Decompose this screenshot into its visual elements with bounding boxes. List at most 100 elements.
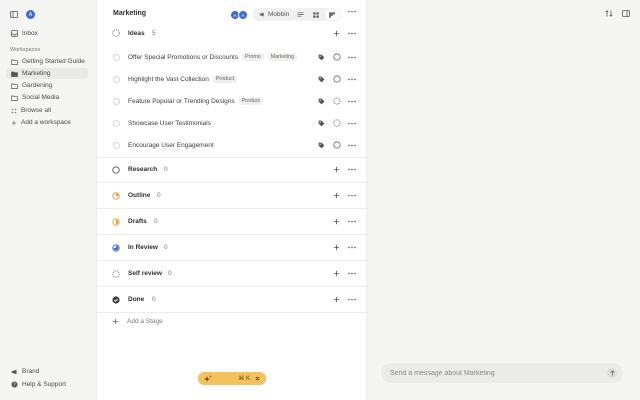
folder-icon: [11, 95, 18, 101]
progress-circle-icon[interactable]: [333, 75, 341, 83]
task-row[interactable]: Highlight the Vast Collection Product: [97, 68, 368, 90]
more-options-icon[interactable]: [348, 100, 356, 103]
stage-count: 0: [164, 166, 168, 173]
task-title-wrap: Encourage User Engagement: [128, 142, 214, 149]
stage-research: Research 0: [97, 157, 368, 183]
sidebar-item-brand[interactable]: Brand: [6, 366, 88, 377]
sidebar-item-label: Social Media: [22, 94, 60, 101]
task-checkbox[interactable]: [113, 97, 120, 105]
sidebar-item-label: Browse all: [21, 107, 51, 114]
chat-composer: [381, 363, 623, 383]
task-row[interactable]: Offer Special Promotions or Discounts Pr…: [97, 46, 368, 68]
task-title: Encourage User Engagement: [128, 141, 214, 149]
stage-ideas: Ideas 5: [97, 20, 368, 46]
add-stage-button[interactable]: Add a Stage: [112, 318, 163, 325]
sparkle-icon: [204, 375, 212, 383]
tag-icon[interactable]: [318, 120, 325, 127]
member-avatars[interactable]: A A: [230, 10, 248, 20]
progress-dashed-icon[interactable]: [333, 97, 341, 105]
sidebar-item-label: Brand: [22, 368, 40, 375]
sidebar-item-gardening[interactable]: Gardening: [6, 80, 88, 91]
command-bar[interactable]: ⌘ K: [198, 372, 266, 385]
more-options-icon[interactable]: [348, 194, 356, 197]
stage-count: 0: [152, 296, 156, 303]
stage-count: 0: [168, 270, 172, 277]
megaphone-icon: [259, 12, 265, 17]
stage-count: 0: [154, 218, 158, 225]
add-task-icon[interactable]: [333, 296, 340, 303]
sidebar-item-label: Marketing: [22, 70, 51, 77]
board-view-button[interactable]: [325, 9, 339, 20]
stage-name: Self review: [128, 270, 162, 277]
sidebar-item-browse-all[interactable]: Browse all: [6, 105, 88, 116]
more-options-icon[interactable]: [348, 122, 356, 125]
more-options-icon[interactable]: [348, 298, 356, 301]
stage-quarter-circle-icon: [112, 191, 120, 200]
task-tag[interactable]: Promo: [242, 53, 264, 61]
stage-half-circle-icon: [112, 217, 120, 226]
stage-dashed-circle-icon: [112, 269, 120, 278]
task-tag[interactable]: Marketing: [267, 53, 297, 61]
progress-dashed-icon[interactable]: [333, 119, 341, 127]
task-checkbox[interactable]: [113, 75, 120, 83]
sidebar-item-marketing[interactable]: Marketing: [6, 68, 88, 79]
add-task-icon[interactable]: [333, 270, 340, 277]
more-options-icon[interactable]: [348, 272, 356, 275]
tag-icon[interactable]: [318, 142, 325, 149]
add-task-icon[interactable]: [333, 192, 340, 199]
sidebar-item-label: Getting Started Guide: [22, 58, 85, 65]
task-title-wrap: Offer Special Promotions or Discounts Pr…: [128, 53, 297, 61]
task-row[interactable]: Showcase User Testimonials: [97, 112, 368, 134]
progress-circle-icon[interactable]: [333, 53, 341, 61]
shortcut-label: ⌘ K: [238, 376, 250, 382]
tag-icon[interactable]: [318, 76, 325, 83]
more-options-icon[interactable]: [348, 246, 356, 249]
workspaces-section-label: Workspaces: [10, 47, 41, 53]
task-tag[interactable]: Product: [238, 97, 263, 105]
grid-icon: [313, 11, 320, 18]
close-icon[interactable]: [255, 376, 260, 381]
add-workspace-button[interactable]: Add a workspace: [6, 117, 88, 128]
more-options-icon[interactable]: [348, 32, 356, 35]
user-avatar[interactable]: A: [26, 10, 35, 19]
sidebar-item-social-media[interactable]: Social Media: [6, 92, 88, 103]
add-task-icon[interactable]: [333, 166, 340, 173]
sidebar-item-help[interactable]: ? Help & Support: [6, 379, 88, 390]
progress-circle-icon[interactable]: [333, 141, 341, 149]
add-task-icon[interactable]: [333, 30, 340, 37]
command-bar-actions: ⌘ K: [238, 375, 260, 382]
send-button[interactable]: [607, 368, 617, 378]
sidebar-item-label: Inbox: [22, 30, 38, 37]
more-options-icon[interactable]: [348, 144, 356, 147]
tag-icon[interactable]: [318, 98, 325, 105]
task-checkbox[interactable]: [113, 119, 120, 127]
sort-arrows-icon[interactable]: [605, 10, 613, 17]
tag-icon[interactable]: [318, 54, 325, 61]
stage-check-circle-icon: [112, 295, 120, 304]
panel-toggle-icon[interactable]: [622, 10, 630, 17]
stage-three-quarter-circle-icon: [112, 243, 120, 252]
more-options-icon[interactable]: [348, 220, 356, 223]
more-options-icon[interactable]: [348, 78, 356, 81]
list-view-button[interactable]: [294, 9, 307, 20]
add-task-icon[interactable]: [333, 218, 340, 225]
task-checkbox[interactable]: [113, 53, 120, 61]
arrow-up-icon: [609, 370, 615, 376]
stage-name: In Review: [128, 244, 158, 251]
sidebar-item-inbox[interactable]: Inbox: [6, 28, 88, 39]
task-tag[interactable]: Product: [212, 75, 238, 83]
task-row[interactable]: Feature Popular or Trending Designs Prod…: [97, 90, 368, 112]
task-checkbox[interactable]: [113, 141, 120, 149]
more-options-icon[interactable]: [348, 168, 356, 171]
task-row[interactable]: Encourage User Engagement: [97, 134, 368, 156]
sidebar-toggle-icon[interactable]: [10, 11, 18, 18]
task-title: Feature Popular or Trending Designs: [128, 97, 235, 105]
grid-view-button[interactable]: [310, 9, 323, 20]
more-options-icon[interactable]: [348, 10, 356, 13]
sidebar-item-getting-started[interactable]: Getting Started Guide: [6, 56, 88, 67]
chat-input[interactable]: [390, 369, 600, 377]
folder-open-icon: [11, 71, 18, 77]
add-task-icon[interactable]: [333, 244, 340, 251]
stage-name: Done: [128, 296, 145, 303]
more-options-icon[interactable]: [348, 56, 356, 59]
